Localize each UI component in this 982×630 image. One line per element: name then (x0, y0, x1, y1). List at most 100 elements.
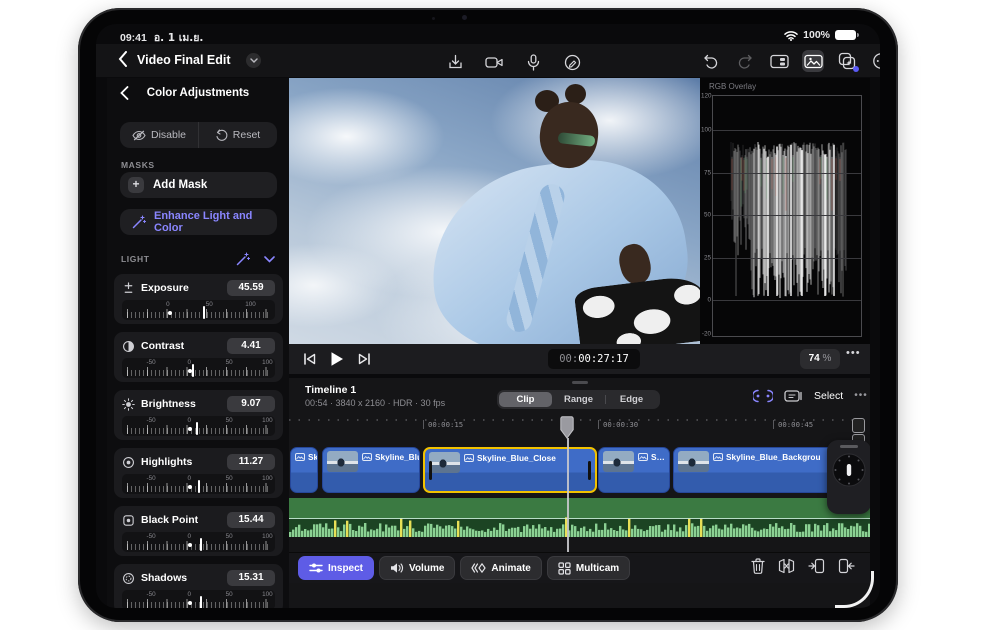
ruler-tick-label: 50 (226, 475, 233, 482)
timeline-clip[interactable]: Skyline_Blue_Close (423, 447, 597, 493)
chevron-down-icon[interactable] (246, 53, 261, 68)
pencil-circle-icon[interactable] (561, 51, 583, 73)
slider-value[interactable]: 15.31 (227, 570, 275, 586)
playhead-handle[interactable] (560, 416, 574, 439)
add-mask-button[interactable]: + Add Mask (120, 172, 277, 198)
wifi-icon (784, 30, 798, 41)
sensor-dot-icon (432, 17, 435, 20)
clip-name: Sk… (308, 452, 318, 462)
tool-label: Multicam (576, 563, 619, 574)
playhead-line[interactable] (567, 438, 569, 554)
panel-drag-handle[interactable] (572, 381, 588, 384)
tool-label: Volume (409, 563, 444, 574)
viewer-more-icon[interactable]: ••• (846, 347, 861, 359)
viewer-video[interactable] (289, 78, 700, 344)
mode-range[interactable]: Range (552, 392, 605, 407)
slider-ruler[interactable]: -50050100 (122, 532, 275, 552)
viewer-zoom-level[interactable]: 74 % (800, 349, 840, 369)
slider-ruler[interactable]: -50050100 (122, 416, 275, 436)
inspect-button[interactable]: Inspect (298, 556, 374, 580)
skip-forward-icon[interactable] (358, 353, 371, 365)
timeline-more-icon[interactable]: ••• (854, 390, 868, 401)
slider-ruler[interactable]: 050100 (122, 300, 275, 320)
disable-button[interactable]: Disable (120, 122, 198, 148)
media-browser-icon[interactable] (802, 50, 824, 72)
slider-ruler[interactable]: -50050100 (122, 358, 275, 378)
ipad-device-frame: 09:41 อ. 1 เม.ย. 100% Video Final Edit (78, 8, 898, 622)
light-section-label: LIGHT (121, 254, 150, 264)
undo-icon[interactable] (700, 50, 722, 72)
trash-icon[interactable] (751, 558, 765, 574)
adjust-view-icon[interactable] (768, 50, 790, 72)
jog-wheel-dial[interactable] (831, 452, 867, 488)
slider-value[interactable]: 9.07 (227, 396, 275, 412)
slider-cursor[interactable] (200, 596, 202, 608)
select-button[interactable]: Select (814, 390, 843, 402)
ruler-tick-label: 0 (166, 301, 170, 308)
timeline-clip[interactable]: S… (598, 447, 670, 493)
insert-clip-icon[interactable] (808, 558, 825, 574)
clip-thumbnail (429, 452, 460, 473)
exposure-icon (122, 282, 135, 295)
slider-cursor[interactable] (203, 306, 205, 319)
blade-icon[interactable] (778, 558, 795, 574)
clip-thumbnail (603, 451, 634, 472)
adjustment-slider-card: Black Point 15.44 -50050100 (114, 506, 283, 556)
mode-edge[interactable]: Edge (605, 392, 658, 407)
import-icon[interactable] (444, 51, 466, 73)
volume-line[interactable] (289, 518, 870, 519)
timeline-clip[interactable]: Sk… (290, 447, 318, 493)
camera-icon[interactable] (483, 51, 505, 73)
reset-button[interactable]: Reset (198, 122, 277, 148)
slider-value[interactable]: 45.59 (227, 280, 275, 296)
more-icon[interactable] (870, 50, 880, 72)
masks-section-label: MASKS (121, 160, 155, 170)
animate-button[interactable]: Animate (460, 556, 541, 580)
ruler-time-label: 00:00:15 (423, 420, 463, 429)
slider-label: Black Point (141, 514, 221, 526)
clip-name: S… (651, 452, 665, 462)
trim-handle-right[interactable] (588, 461, 591, 480)
scope-axis-label: 0 (701, 297, 711, 304)
slider-cursor[interactable] (192, 364, 194, 377)
trim-handle-left[interactable] (429, 461, 432, 480)
slider-value[interactable]: 15.44 (227, 512, 275, 528)
volume-button[interactable]: Volume (379, 556, 455, 580)
mode-clip[interactable]: Clip (499, 392, 552, 407)
magnetic-timeline-icon[interactable] (753, 389, 773, 403)
enhance-light-color-button[interactable]: Enhance Light and Color (120, 209, 277, 235)
timeline-ruler[interactable]: 00:00:1500:00:3000:00:45 (289, 416, 870, 442)
clip-skim-icon[interactable] (784, 388, 803, 403)
disable-label: Disable (151, 129, 186, 141)
multicam-button[interactable]: Multicam (547, 556, 630, 580)
slider-label: Shadows (141, 572, 221, 584)
track-scroll-pill[interactable] (852, 418, 865, 433)
project-title[interactable]: Video Final Edit (137, 53, 231, 67)
slider-cursor[interactable] (196, 422, 198, 435)
slider-value[interactable]: 11.27 (227, 454, 275, 470)
ruler-tick-label: 100 (262, 475, 273, 482)
slider-cursor[interactable] (200, 538, 202, 551)
slider-ruler[interactable]: -50050100 (122, 474, 275, 494)
skip-back-icon[interactable] (303, 353, 316, 365)
ruler-tick-label: -50 (147, 475, 156, 482)
eye-off-icon (132, 130, 146, 141)
effects-icon[interactable] (836, 50, 858, 72)
timeline-clip[interactable]: Skyline_Blue_Wide (322, 447, 420, 493)
jog-wheel[interactable] (827, 440, 870, 514)
adjustment-slider-card: Highlights 11.27 -50050100 (114, 448, 283, 498)
audio-clip[interactable] (289, 498, 870, 537)
play-icon[interactable] (330, 351, 344, 367)
jog-drag-handle[interactable] (840, 445, 858, 448)
collapse-chevron-icon[interactable] (264, 256, 275, 263)
mic-icon[interactable] (522, 51, 544, 73)
redo-icon[interactable] (734, 50, 756, 72)
ruler-tick-label: 0 (188, 417, 192, 424)
wand-icon[interactable] (236, 252, 250, 266)
slider-cursor[interactable] (198, 480, 200, 493)
ruler-tick-label: 100 (245, 301, 256, 308)
highlights-icon (122, 456, 135, 469)
slider-ruler[interactable]: -50050100 (122, 590, 275, 608)
back-icon[interactable] (118, 51, 128, 67)
slider-value[interactable]: 4.41 (227, 338, 275, 354)
